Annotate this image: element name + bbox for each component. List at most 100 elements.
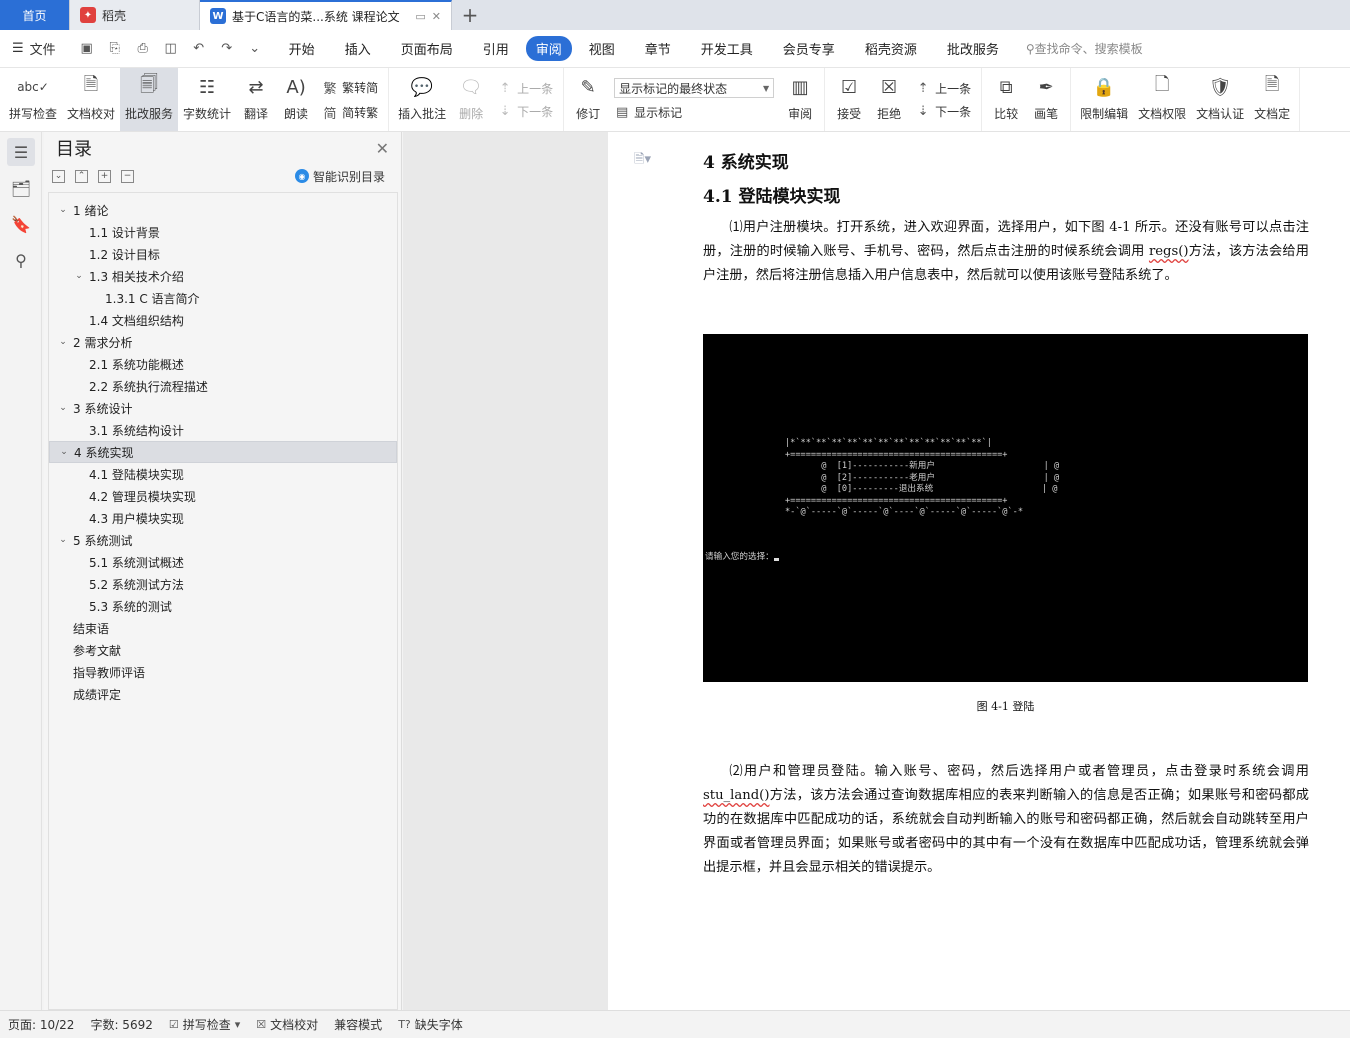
- toc-item[interactable]: 1.2 设计目标: [49, 243, 397, 265]
- print-preview-icon[interactable]: ◫: [160, 38, 182, 60]
- accept-button[interactable]: ☑ 接受: [829, 68, 869, 131]
- next-change-button[interactable]: ⇣ 下一条: [915, 103, 971, 120]
- toc-item[interactable]: 参考文献: [49, 639, 397, 661]
- compare-button[interactable]: ⧉ 比较: [986, 68, 1026, 131]
- prev-change-button[interactable]: ⇡ 上一条: [915, 80, 971, 97]
- simp-to-trad-button[interactable]: 简简转繁: [322, 103, 379, 122]
- expand-up-icon[interactable]: ⌃: [75, 169, 88, 183]
- tab-review-service[interactable]: 批改服务: [934, 36, 1012, 61]
- toc-item[interactable]: 2.2 系统执行流程描述: [49, 375, 397, 397]
- tab-insert[interactable]: 插入: [332, 36, 384, 61]
- delete-comment-button[interactable]: 🗨 删除: [451, 68, 491, 131]
- toc-item[interactable]: 5.2 系统测试方法: [49, 573, 397, 595]
- toc-item[interactable]: 2.1 系统功能概述: [49, 353, 397, 375]
- print-icon[interactable]: ⎙: [132, 38, 154, 60]
- doc-certify-button[interactable]: 🛡 文档认证: [1191, 68, 1249, 131]
- smart-toc-button[interactable]: ◉ 智能识别目录: [294, 168, 393, 185]
- chevron-down-icon[interactable]: ⌄: [73, 271, 85, 281]
- page-indicator[interactable]: 页面: 10/22: [0, 1016, 82, 1033]
- missing-font-status[interactable]: T? 缺失字体: [390, 1016, 471, 1033]
- toc-item[interactable]: 结束语: [49, 617, 397, 639]
- collapse-all-icon[interactable]: ⌄: [52, 169, 65, 183]
- export-pdf-icon[interactable]: ⎘: [104, 38, 126, 60]
- next-comment-button[interactable]: ⇣ 下一条: [497, 103, 553, 120]
- track-changes-button[interactable]: ✎ 修订: [568, 68, 608, 131]
- new-tab-button[interactable]: +: [452, 0, 488, 30]
- monitor-icon[interactable]: ▭: [415, 10, 425, 23]
- toc-nav-icon[interactable]: ☰: [7, 138, 35, 166]
- doc-proof-status[interactable]: ☒ 文档校对: [248, 1016, 326, 1033]
- trad-to-simp-button[interactable]: 繁繁转简: [322, 78, 379, 97]
- toc-item[interactable]: 5.3 系统的测试: [49, 595, 397, 617]
- compat-mode-status[interactable]: 兼容模式: [326, 1016, 390, 1033]
- tab-review[interactable]: 审阅: [525, 36, 572, 61]
- command-search[interactable]: ⚲ 查找命令、搜索模板: [1026, 40, 1143, 57]
- spell-check-button[interactable]: abc✓ 拼写检查: [4, 68, 62, 131]
- tab-daoke-resources[interactable]: 稻壳资源: [852, 36, 930, 61]
- toc-item[interactable]: 1.4 文档组织结构: [49, 309, 397, 331]
- file-menu[interactable]: ☰ 文件: [12, 39, 70, 58]
- tab-document[interactable]: W 基于C语言的菜...系统 课程论文 ▭ ✕: [200, 0, 452, 30]
- chapter-nav-icon[interactable]: 🗂: [7, 174, 35, 202]
- reject-button[interactable]: ☒ 拒绝: [869, 68, 909, 131]
- restrict-edit-button[interactable]: 🔒 限制编辑: [1075, 68, 1133, 131]
- markup-state-select[interactable]: 显示标记的最终状态 ▼: [614, 78, 775, 98]
- document-page[interactable]: 🗎▾ 4 系统实现 4.1 登陆模块实现 ⑴用户注册模块。打开系统，进入欢迎界面…: [608, 132, 1350, 1010]
- tab-home[interactable]: 首页: [0, 0, 70, 30]
- close-tab-icon[interactable]: ✕: [432, 10, 441, 23]
- word-count-button[interactable]: ☷ 字数统计: [178, 68, 236, 131]
- chevron-down-icon[interactable]: ⌄: [57, 535, 69, 545]
- toc-item[interactable]: 成绩评定: [49, 683, 397, 705]
- chevron-down-icon[interactable]: ⌄: [57, 403, 69, 413]
- toc-item[interactable]: ⌄ 1 绪论: [49, 199, 397, 221]
- toc-item[interactable]: 3.1 系统结构设计: [49, 419, 397, 441]
- review-pane-button[interactable]: ▥ 审阅: [780, 68, 820, 131]
- minus-icon[interactable]: −: [121, 169, 134, 183]
- plus-icon[interactable]: +: [98, 169, 111, 183]
- toc-item[interactable]: ⌄ 1.3 相关技术介绍: [49, 265, 397, 287]
- search-icon[interactable]: ⚲: [7, 246, 35, 274]
- doc-proof-button[interactable]: 🗎 文档校对: [62, 68, 120, 131]
- tab-member[interactable]: 会员专享: [770, 36, 848, 61]
- chevron-down-icon[interactable]: ⌄: [58, 447, 70, 457]
- doc-permission-button[interactable]: 🗋 文档权限: [1133, 68, 1191, 131]
- toc-item[interactable]: ⌄ 5 系统测试: [49, 529, 397, 551]
- save-icon[interactable]: ▣: [76, 38, 98, 60]
- toc-item[interactable]: 指导教师评语: [49, 661, 397, 683]
- tab-references[interactable]: 引用: [470, 36, 522, 61]
- toc-item[interactable]: 1.1 设计背景: [49, 221, 397, 243]
- toc-item[interactable]: 1.3.1 C 语言简介: [49, 287, 397, 309]
- toc-item[interactable]: ⌄ 3 系统设计: [49, 397, 397, 419]
- tab-chapter[interactable]: 章节: [632, 36, 684, 61]
- customize-quick-access-icon[interactable]: ⌄: [244, 38, 266, 60]
- doc-more-button[interactable]: 🗎 文档定: [1249, 68, 1295, 131]
- show-markup-button[interactable]: ▤ 显示标记: [614, 104, 774, 121]
- tab-daoke[interactable]: ✦ 稻壳: [70, 0, 200, 30]
- translate-button[interactable]: ⇄ 翻译: [236, 68, 276, 131]
- chevron-down-icon[interactable]: ⌄: [57, 337, 69, 347]
- toc-item[interactable]: ⌄ 2 需求分析: [49, 331, 397, 353]
- tab-page-layout[interactable]: 页面布局: [388, 36, 466, 61]
- read-aloud-button[interactable]: A) 朗读: [276, 68, 316, 131]
- bookmark-icon[interactable]: 🔖: [7, 210, 35, 238]
- close-icon[interactable]: ✕: [376, 139, 389, 158]
- redo-icon[interactable]: ↷: [216, 38, 238, 60]
- undo-icon[interactable]: ↶: [188, 38, 210, 60]
- tab-view[interactable]: 视图: [576, 36, 628, 61]
- page-menu-icon[interactable]: 🗎▾: [634, 150, 651, 172]
- ink-button[interactable]: ✒ 画笔: [1026, 68, 1066, 131]
- tab-developer[interactable]: 开发工具: [688, 36, 766, 61]
- toc-item[interactable]: 5.1 系统测试概述: [49, 551, 397, 573]
- chevron-down-icon[interactable]: ⌄: [57, 205, 69, 215]
- doc-proof-icon: 🗎: [83, 74, 99, 95]
- review-service-button[interactable]: 🗐 批改服务: [120, 68, 179, 131]
- toc-item[interactable]: 4.3 用户模块实现: [49, 507, 397, 529]
- prev-comment-button[interactable]: ⇡ 上一条: [497, 80, 553, 97]
- toc-item[interactable]: 4.2 管理员模块实现: [49, 485, 397, 507]
- word-count-indicator[interactable]: 字数: 5692: [82, 1016, 160, 1033]
- insert-comment-button[interactable]: 💬 插入批注: [393, 68, 451, 131]
- tab-start[interactable]: 开始: [276, 36, 328, 61]
- toc-item[interactable]: ⌄ 4 系统实现: [49, 441, 397, 463]
- toc-item[interactable]: 4.1 登陆模块实现: [49, 463, 397, 485]
- spell-check-status[interactable]: ☑ 拼写检查 ▾: [161, 1016, 248, 1033]
